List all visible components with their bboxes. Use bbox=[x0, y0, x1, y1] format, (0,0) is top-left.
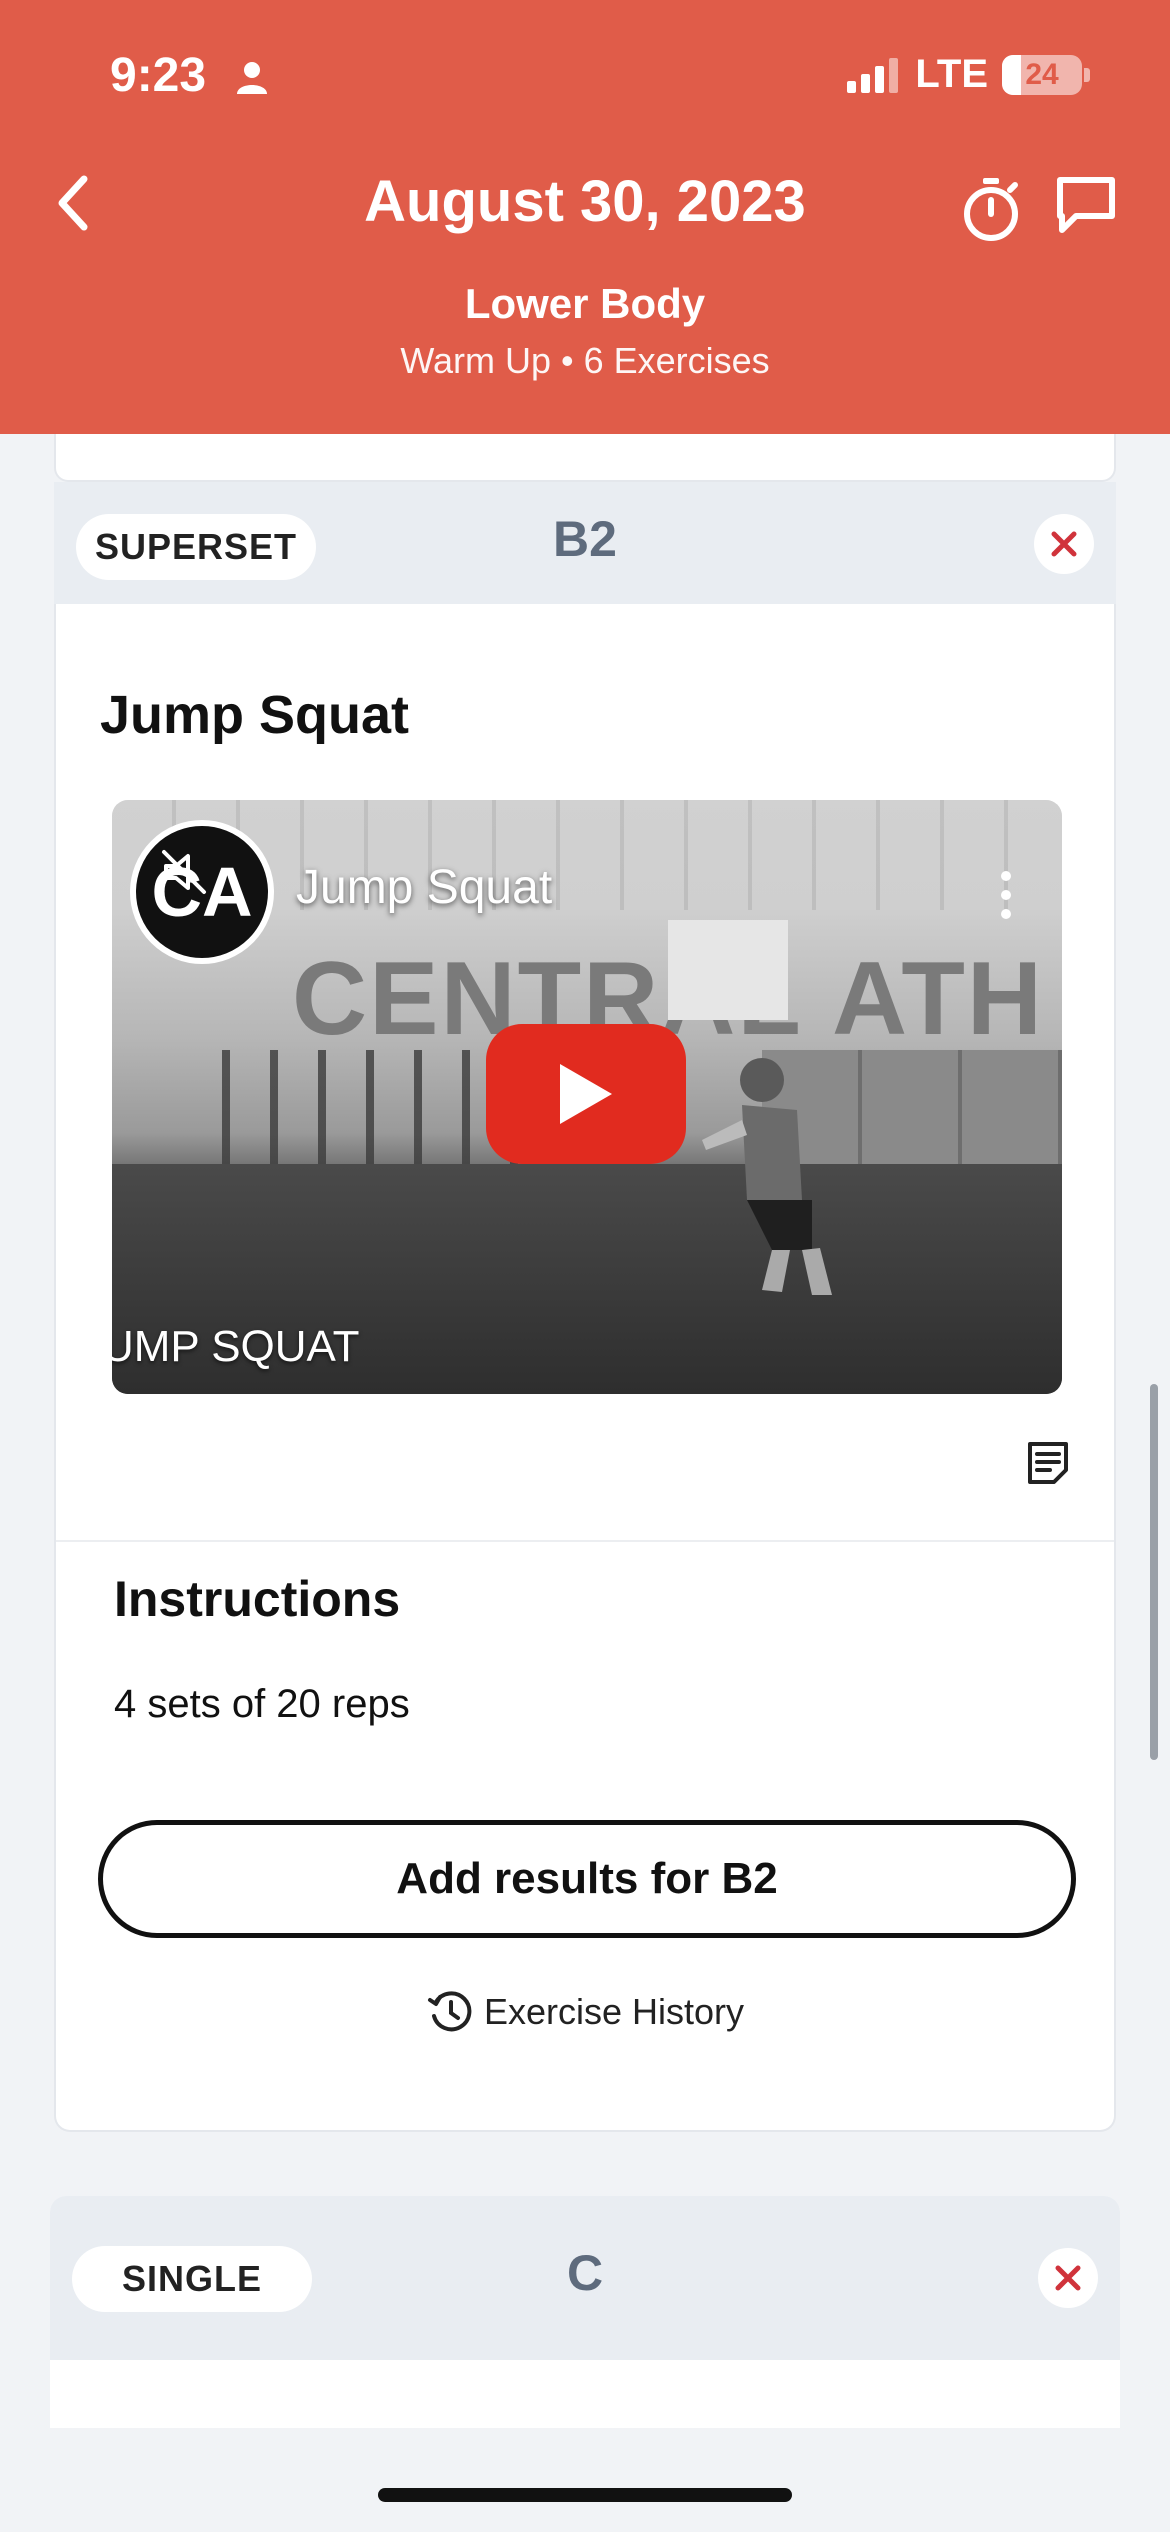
group-label: B2 bbox=[553, 511, 617, 567]
video-athlete bbox=[702, 1058, 832, 1295]
instructions-text: 4 sets of 20 reps bbox=[114, 1682, 410, 1726]
exercise-history-link[interactable]: Exercise History bbox=[56, 1988, 1114, 2036]
previous-card-bottom bbox=[54, 434, 1116, 482]
battery-nub bbox=[1084, 67, 1090, 82]
person-icon bbox=[237, 62, 267, 94]
section-divider bbox=[56, 1540, 1114, 1542]
status-time: 9:23 bbox=[110, 49, 207, 102]
add-results-button[interactable]: Add results for B2 bbox=[98, 1820, 1076, 1938]
workout-meta: Warm Up • 6 Exercises bbox=[400, 340, 770, 381]
video-player[interactable]: CENTRAL ATH CA Jump Squat UMP SQUAT bbox=[112, 800, 1062, 1394]
close-icon bbox=[1055, 2265, 1081, 2291]
signal-icon bbox=[847, 57, 899, 93]
video-caption: UMP SQUAT bbox=[112, 1322, 360, 1371]
exercise-title: Jump Squat bbox=[100, 685, 410, 745]
workout-name: Lower Body bbox=[464, 280, 706, 327]
home-indicator[interactable] bbox=[378, 2488, 792, 2502]
history-icon bbox=[427, 1991, 472, 2032]
play-button[interactable] bbox=[486, 1024, 686, 1164]
battery-icon: 24 bbox=[1002, 54, 1082, 95]
video-title: Jump Squat bbox=[296, 861, 553, 914]
mute-icon[interactable] bbox=[160, 848, 210, 896]
group-label: C bbox=[566, 2245, 604, 2301]
more-vertical-icon[interactable] bbox=[1000, 870, 1012, 920]
scrollbar[interactable] bbox=[1150, 1384, 1158, 1760]
close-icon bbox=[1051, 531, 1077, 557]
battery-level: 24 bbox=[1025, 57, 1059, 91]
notes-icon[interactable] bbox=[1026, 1440, 1070, 1486]
group-header-b2: SUPERSET B2 bbox=[54, 482, 1116, 604]
instructions-heading: Instructions bbox=[114, 1571, 401, 1627]
video-wall-window bbox=[668, 920, 788, 1020]
video-wall-text: ATH bbox=[832, 941, 1045, 1057]
stopwatch-icon[interactable] bbox=[960, 176, 1022, 242]
status-indicators: LTE 24 bbox=[845, 52, 1090, 97]
network-type: LTE bbox=[915, 52, 988, 96]
play-icon bbox=[560, 1064, 612, 1124]
bottom-safe-area bbox=[0, 2428, 1170, 2532]
exercise-card: Jump Squat CENTRAL ATH CA Jump Squat UMP… bbox=[54, 604, 1116, 2132]
exercise-history-label: Exercise History bbox=[483, 1991, 745, 2032]
group-header-c: SINGLE C bbox=[50, 2196, 1120, 2360]
app-header: 9:23 LTE 24 August 30, 2023 Lower Body W… bbox=[0, 0, 1170, 434]
chat-bubble-icon[interactable] bbox=[1054, 176, 1118, 236]
remove-group-button[interactable] bbox=[1034, 514, 1094, 574]
remove-group-button[interactable] bbox=[1038, 2248, 1098, 2308]
